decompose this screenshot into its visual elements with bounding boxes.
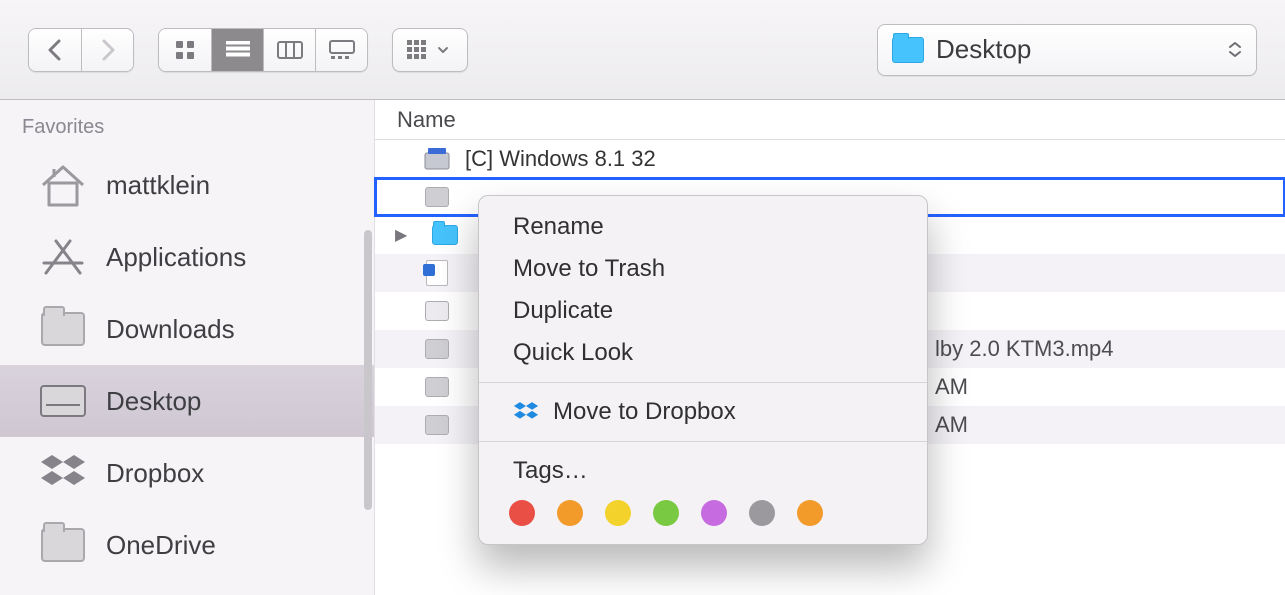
sidebar-item-label: Downloads — [106, 314, 235, 345]
tag-color-dot[interactable] — [749, 500, 775, 526]
file-icon — [423, 413, 451, 437]
menu-separator — [479, 382, 927, 383]
file-name: [C] Windows 8.1 32 — [465, 146, 656, 172]
tag-color-dot[interactable] — [509, 500, 535, 526]
chevron-right-icon — [99, 38, 117, 62]
sidebar-item-label: Desktop — [106, 386, 201, 417]
file-icon — [423, 337, 451, 361]
dropbox-icon — [38, 451, 88, 495]
chevron-down-icon — [1228, 50, 1242, 58]
path-popup[interactable]: Desktop — [877, 24, 1257, 76]
sidebar-item-dropbox[interactable]: Dropbox — [0, 437, 374, 509]
file-icon — [423, 299, 451, 323]
folder-icon — [892, 37, 924, 63]
word-doc-icon — [423, 261, 451, 285]
view-columns-button[interactable] — [263, 29, 315, 71]
forward-button[interactable] — [81, 29, 133, 71]
sidebar-item-applications[interactable]: Applications — [0, 221, 374, 293]
context-menu: Rename Move to Trash Duplicate Quick Loo… — [478, 195, 928, 545]
back-button[interactable] — [29, 29, 81, 71]
view-icons-button[interactable] — [159, 29, 211, 71]
chevron-up-icon — [1228, 41, 1242, 49]
tag-color-dot[interactable] — [701, 500, 727, 526]
menu-separator — [479, 441, 927, 442]
sidebar-scrollbar[interactable] — [364, 230, 372, 510]
arrange-button[interactable] — [392, 28, 468, 72]
sidebar-item-label: Applications — [106, 242, 246, 273]
folder-icon — [38, 523, 88, 567]
ctx-quick-look[interactable]: Quick Look — [479, 332, 927, 374]
tag-color-dot[interactable] — [605, 500, 631, 526]
tag-color-dot[interactable] — [797, 500, 823, 526]
view-gallery-button[interactable] — [315, 29, 367, 71]
sidebar-item-label: mattklein — [106, 170, 210, 201]
sidebar-item-onedrive[interactable]: OneDrive — [0, 509, 374, 581]
chevron-down-icon — [437, 46, 449, 54]
desktop-icon — [38, 379, 88, 423]
file-icon — [423, 185, 451, 209]
ctx-duplicate[interactable]: Duplicate — [479, 290, 927, 332]
home-icon — [38, 163, 88, 207]
column-header-name[interactable]: Name — [375, 100, 1285, 140]
ctx-move-to-dropbox[interactable]: Move to Dropbox — [479, 391, 927, 433]
sidebar-item-label: Dropbox — [106, 458, 204, 489]
path-stepper[interactable] — [1228, 41, 1242, 58]
ctx-tags[interactable]: Tags… — [479, 450, 927, 492]
file-detail: AM — [935, 374, 968, 400]
sidebar: Favorites mattklein Applications Downloa… — [0, 100, 375, 595]
applications-icon — [38, 235, 88, 279]
file-detail: lby 2.0 KTM3.mp4 — [935, 336, 1114, 362]
view-columns-icon — [277, 41, 303, 59]
nav-history-group — [28, 28, 134, 72]
view-mode-group — [158, 28, 368, 72]
view-list-icon — [226, 41, 250, 59]
ctx-rename[interactable]: Rename — [479, 206, 927, 248]
folder-icon — [431, 223, 459, 247]
arrange-icon — [407, 40, 433, 60]
tag-color-dot[interactable] — [653, 500, 679, 526]
drive-icon — [423, 147, 451, 171]
chevron-left-icon — [46, 38, 64, 62]
path-label: Desktop — [936, 34, 1031, 65]
sidebar-item-desktop[interactable]: Desktop — [0, 365, 374, 437]
tag-color-row — [479, 492, 927, 526]
sidebar-item-downloads[interactable]: Downloads — [0, 293, 374, 365]
dropbox-icon — [513, 401, 539, 423]
view-icons-icon — [174, 39, 196, 61]
view-list-button[interactable] — [211, 29, 263, 71]
finder-toolbar: Desktop — [0, 0, 1285, 100]
file-icon — [423, 375, 451, 399]
folder-icon — [38, 307, 88, 351]
ctx-move-to-trash[interactable]: Move to Trash — [479, 248, 927, 290]
ctx-move-to-dropbox-label: Move to Dropbox — [553, 398, 736, 426]
disclosure-triangle-icon[interactable]: ▶ — [395, 225, 409, 245]
sidebar-item-label: OneDrive — [106, 530, 216, 561]
file-detail: AM — [935, 412, 968, 438]
tag-color-dot[interactable] — [557, 500, 583, 526]
view-gallery-icon — [329, 40, 355, 60]
sidebar-item-home[interactable]: mattklein — [0, 149, 374, 221]
sidebar-section-label: Favorites — [0, 112, 374, 149]
file-row[interactable]: [C] Windows 8.1 32 — [375, 140, 1285, 178]
